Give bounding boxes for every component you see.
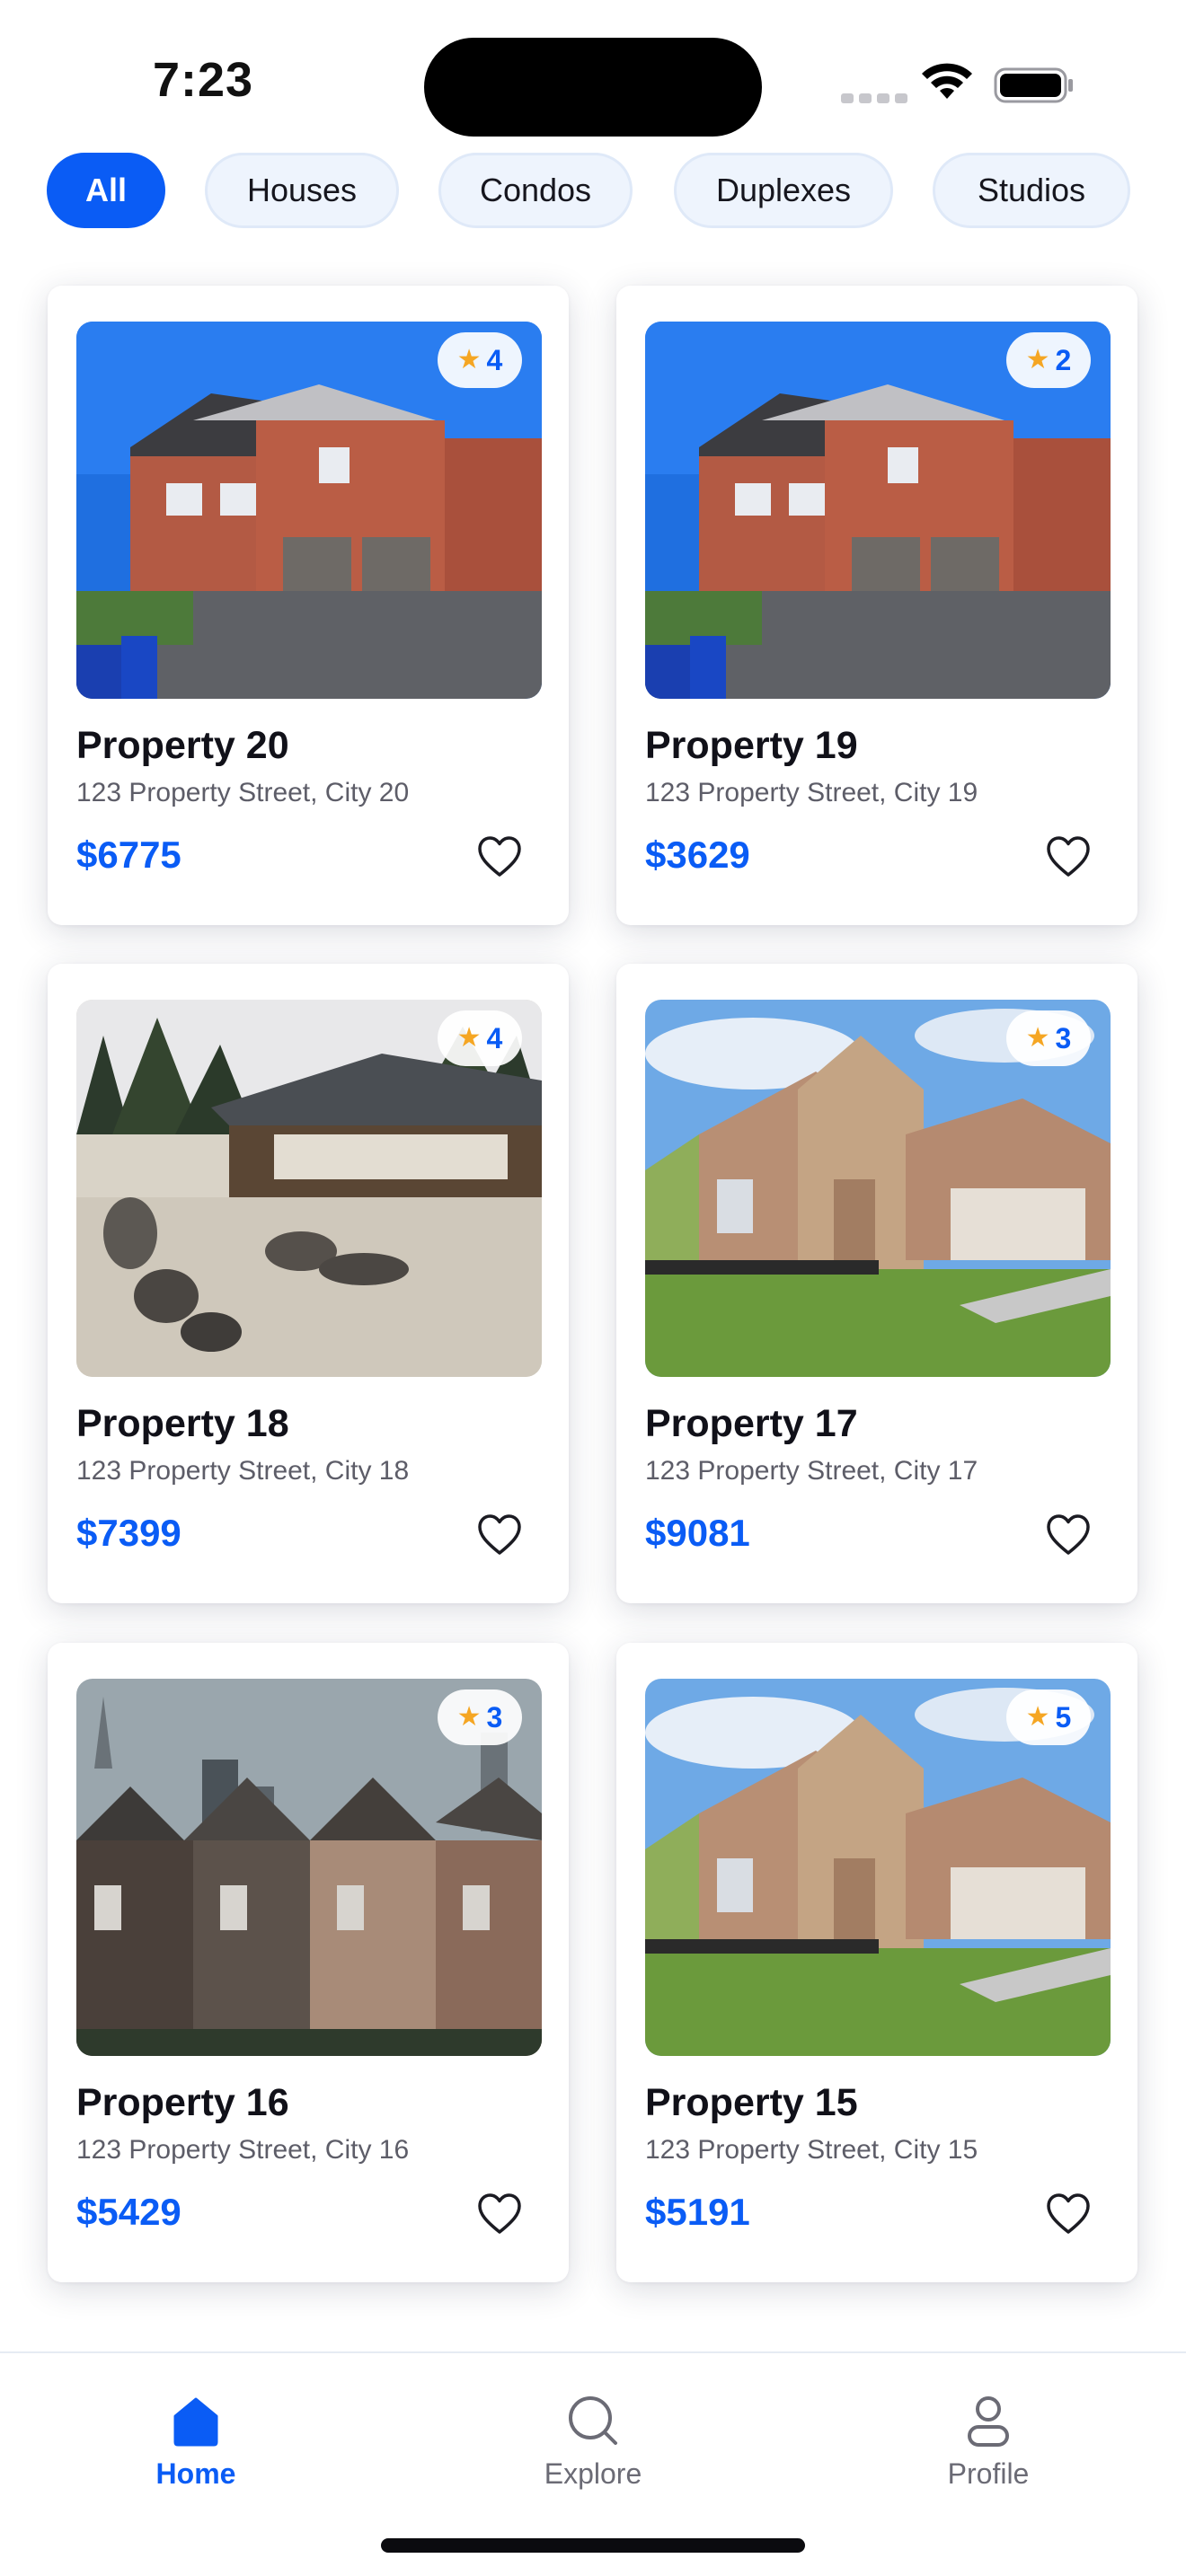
- rating-badge: ★ 2: [1006, 332, 1091, 388]
- heart-icon[interactable]: [1046, 1513, 1091, 1557]
- filter-chip-studios[interactable]: Studios: [933, 153, 1130, 228]
- property-address: 123 Property Street, City 20: [76, 778, 410, 807]
- status-bar: 7:23: [0, 0, 1186, 153]
- property-address: 123 Property Street, City 17: [645, 1456, 978, 1486]
- tab-label: Profile: [947, 2457, 1030, 2490]
- property-photo: ★ 2: [645, 322, 1111, 699]
- star-icon: ★: [456, 1023, 482, 1053]
- battery-icon: [994, 67, 1073, 103]
- rating-value: 5: [1055, 1700, 1072, 1734]
- rating-badge: ★ 5: [1006, 1689, 1091, 1745]
- filter-chip-all[interactable]: All: [47, 153, 165, 228]
- status-time: 7:23: [153, 53, 254, 107]
- heart-icon[interactable]: [477, 835, 522, 878]
- home-icon: [173, 2397, 218, 2447]
- rating-value: 3: [486, 1700, 503, 1734]
- property-card[interactable]: ★ 4 Property 20 123 Property Street, Cit…: [48, 286, 569, 925]
- rating-badge: ★ 3: [1006, 1010, 1091, 1066]
- property-price: $9081: [645, 1512, 750, 1554]
- rating-value: 4: [486, 1021, 503, 1054]
- property-card[interactable]: ★ 2 Property 19 123 Property Street, Cit…: [616, 286, 1137, 925]
- rating-value: 3: [1055, 1021, 1072, 1054]
- cellular-signal-icon: [841, 92, 913, 108]
- filter-chip-houses[interactable]: Houses: [205, 153, 399, 228]
- rating-value: 4: [486, 343, 503, 376]
- wifi-icon: [922, 63, 972, 99]
- property-title: Property 19: [645, 724, 858, 767]
- property-card[interactable]: ★ 3 Property 16 123 Property Street, Cit…: [48, 1643, 569, 2282]
- rating-badge: ★ 4: [438, 332, 522, 388]
- property-title: Property 20: [76, 724, 289, 767]
- property-card[interactable]: ★ 3 Property 17 123 Property Street, Cit…: [616, 964, 1137, 1603]
- rating-value: 2: [1055, 343, 1072, 376]
- property-price: $3629: [645, 834, 750, 876]
- property-price: $6775: [76, 834, 181, 876]
- heart-icon[interactable]: [477, 2192, 522, 2236]
- rating-badge: ★ 3: [438, 1689, 522, 1745]
- dynamic-island: [424, 38, 762, 137]
- property-photo: ★ 4: [76, 322, 542, 699]
- star-icon: ★: [456, 345, 482, 375]
- property-photo: ★ 3: [76, 1679, 542, 2056]
- property-address: 123 Property Street, City 18: [76, 1456, 410, 1486]
- property-title: Property 18: [76, 1402, 289, 1445]
- property-card[interactable]: ★ 4 Property 18 123 Property Street, Cit…: [48, 964, 569, 1603]
- tab-profile[interactable]: Profile: [898, 2393, 1078, 2491]
- rating-badge: ★ 4: [438, 1010, 522, 1066]
- property-title: Property 17: [645, 1402, 858, 1445]
- star-icon: ★: [1025, 1023, 1050, 1053]
- property-title: Property 15: [645, 2081, 858, 2124]
- filter-chip-duplexes[interactable]: Duplexes: [674, 153, 893, 228]
- property-photo: ★ 5: [645, 1679, 1111, 2056]
- tab-explore[interactable]: Explore: [503, 2393, 683, 2491]
- home-indicator: [381, 2538, 805, 2553]
- search-icon: [569, 2396, 617, 2445]
- property-price: $5429: [76, 2191, 181, 2233]
- property-title: Property 16: [76, 2081, 289, 2124]
- user-icon: [968, 2396, 1009, 2447]
- tab-home[interactable]: Home: [106, 2393, 286, 2491]
- heart-icon[interactable]: [477, 1513, 522, 1557]
- property-price: $7399: [76, 1512, 181, 1554]
- property-card[interactable]: ★ 5 Property 15 123 Property Street, Cit…: [616, 1643, 1137, 2282]
- property-address: 123 Property Street, City 16: [76, 2135, 410, 2165]
- tab-label: Explore: [544, 2457, 642, 2490]
- property-address: 123 Property Street, City 19: [645, 778, 978, 807]
- property-photo: ★ 3: [645, 1000, 1111, 1377]
- property-photo: ★ 4: [76, 1000, 542, 1377]
- category-filter-bar: All Houses Condos Duplexes Studios: [0, 153, 1186, 234]
- heart-icon[interactable]: [1046, 835, 1091, 878]
- star-icon: ★: [1025, 1702, 1050, 1732]
- heart-icon[interactable]: [1046, 2192, 1091, 2236]
- property-price: $5191: [645, 2191, 750, 2233]
- tab-label: Home: [155, 2457, 236, 2490]
- property-address: 123 Property Street, City 15: [645, 2135, 978, 2165]
- star-icon: ★: [1025, 345, 1050, 375]
- star-icon: ★: [456, 1702, 482, 1732]
- filter-chip-condos[interactable]: Condos: [438, 153, 633, 228]
